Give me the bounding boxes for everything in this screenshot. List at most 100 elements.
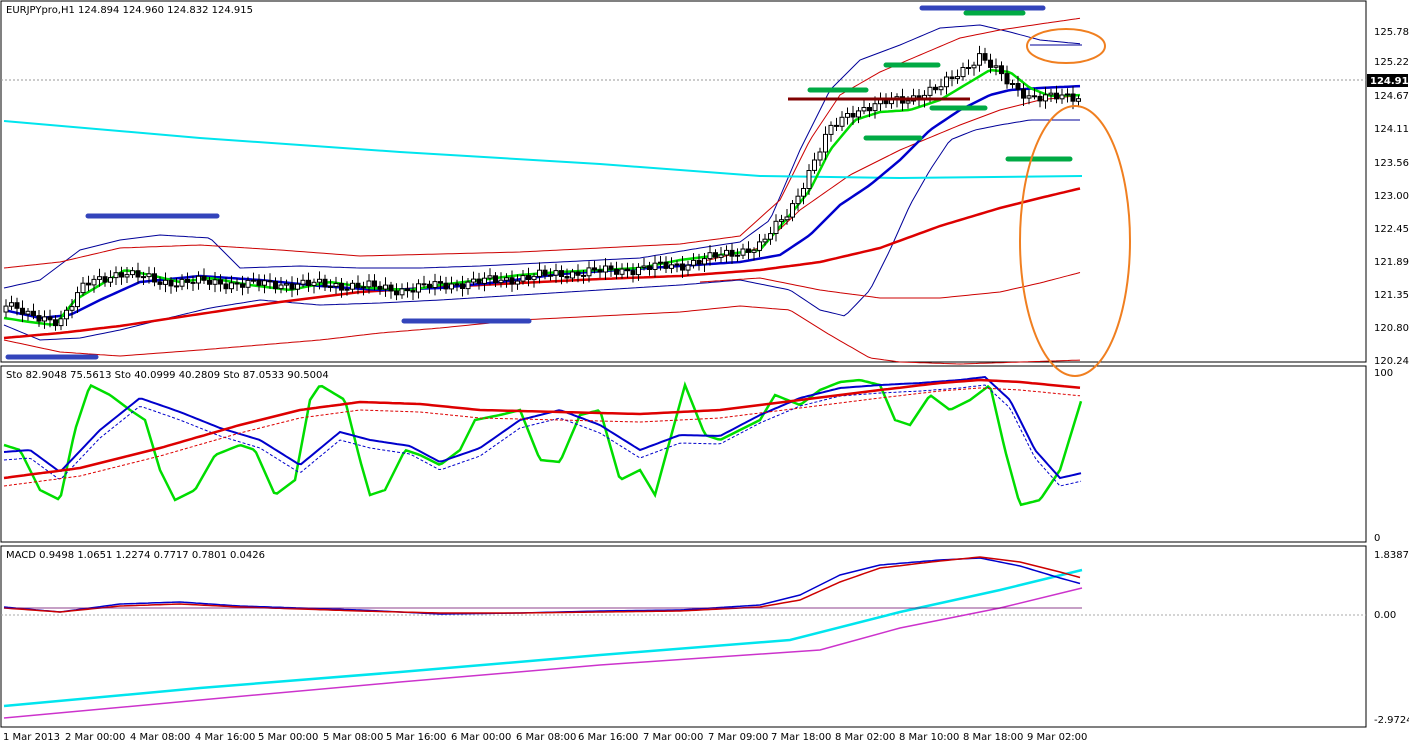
candle-body bbox=[856, 110, 861, 118]
candle-body bbox=[971, 64, 977, 69]
candle-body bbox=[1054, 92, 1059, 100]
candle-body bbox=[449, 283, 454, 290]
candle-body bbox=[3, 305, 9, 313]
candle-body bbox=[135, 270, 141, 278]
candle-body bbox=[817, 151, 823, 161]
candle-body bbox=[696, 259, 702, 265]
candle-body bbox=[647, 265, 652, 270]
candle-body bbox=[322, 278, 328, 288]
candle-body bbox=[196, 275, 201, 284]
candle-body bbox=[812, 159, 817, 171]
main-y-tick: 122.450 bbox=[1374, 224, 1409, 235]
candle-body bbox=[718, 254, 724, 258]
candle-body bbox=[355, 282, 361, 288]
candle-body bbox=[141, 276, 146, 279]
main-y-tick: 124.115 bbox=[1374, 124, 1409, 135]
candle-body bbox=[823, 133, 828, 153]
candle-body bbox=[86, 282, 91, 286]
x-tick: 2 Mar 00:00 bbox=[65, 732, 125, 743]
candle-body bbox=[108, 277, 113, 283]
candle-body bbox=[465, 281, 471, 290]
candle-body bbox=[729, 249, 735, 257]
main-y-tick: 120.800 bbox=[1374, 323, 1409, 334]
candle-body bbox=[636, 266, 641, 276]
candle-body bbox=[845, 113, 850, 118]
candle-body bbox=[262, 280, 267, 286]
x-tick: 7 Mar 00:00 bbox=[643, 732, 703, 743]
candle-body bbox=[119, 272, 124, 278]
candle-body bbox=[14, 302, 20, 309]
candle-body bbox=[146, 273, 152, 278]
candle-body bbox=[960, 67, 966, 78]
candle-body bbox=[520, 275, 526, 282]
candle-body bbox=[927, 86, 933, 96]
candle-body bbox=[185, 278, 190, 283]
candle-body bbox=[361, 286, 366, 289]
candle-body bbox=[1004, 73, 1010, 85]
candle-body bbox=[619, 268, 625, 275]
x-tick: 8 Mar 18:00 bbox=[963, 732, 1023, 743]
candle-body bbox=[850, 113, 856, 118]
x-tick: 7 Mar 09:00 bbox=[708, 732, 768, 743]
candle-body bbox=[432, 281, 438, 289]
candle-body bbox=[1043, 94, 1048, 102]
candle-body bbox=[75, 292, 80, 308]
candle-body bbox=[1037, 95, 1043, 102]
candle-body bbox=[570, 271, 575, 279]
candle-body bbox=[240, 283, 245, 288]
candle-body bbox=[839, 116, 845, 127]
candle-body bbox=[9, 302, 14, 307]
candle-body bbox=[97, 276, 102, 280]
candle-body bbox=[592, 267, 597, 271]
macd-y-tick: -2.9724 bbox=[1374, 715, 1409, 726]
candle-body bbox=[333, 283, 339, 287]
main-y-tick: 121.895 bbox=[1374, 257, 1409, 268]
candle-body bbox=[977, 53, 982, 66]
main-y-tick: 123.005 bbox=[1374, 191, 1409, 202]
candle-body bbox=[493, 275, 498, 283]
candle-body bbox=[597, 269, 603, 273]
stochastic-header: Sto 82.9048 75.5613 Sto 40.0999 40.2809 … bbox=[6, 370, 329, 381]
candle-body bbox=[42, 316, 47, 322]
candle-body bbox=[416, 283, 421, 293]
candle-body bbox=[740, 248, 746, 256]
candle-body bbox=[652, 262, 658, 271]
stochastic-y-tick: 100 bbox=[1374, 368, 1393, 379]
candle-body bbox=[988, 59, 993, 68]
candle-body bbox=[20, 307, 25, 315]
macd-header: MACD 0.9498 1.0651 1.2274 0.7717 0.7801 … bbox=[6, 550, 265, 561]
candle-body bbox=[685, 264, 691, 271]
candle-body bbox=[64, 309, 69, 320]
candle-body bbox=[768, 233, 773, 240]
candle-body bbox=[542, 269, 548, 276]
candle-body bbox=[509, 277, 515, 285]
candle-body bbox=[383, 284, 388, 290]
candle-body bbox=[955, 76, 960, 80]
candle-body bbox=[427, 283, 432, 289]
candle-body bbox=[663, 261, 669, 269]
candle-body bbox=[344, 288, 350, 291]
candle-body bbox=[504, 277, 509, 281]
candle-body bbox=[1032, 95, 1037, 98]
candle-body bbox=[471, 278, 476, 283]
candle-body bbox=[311, 281, 317, 286]
candle-body bbox=[575, 271, 581, 276]
candle-body bbox=[933, 86, 938, 91]
candle-body bbox=[190, 281, 196, 284]
candle-body bbox=[779, 219, 784, 222]
candle-body bbox=[757, 241, 762, 251]
candle-body bbox=[1048, 92, 1054, 96]
candle-body bbox=[834, 124, 839, 127]
candle-body bbox=[251, 279, 256, 282]
candle-body bbox=[421, 283, 427, 286]
candle-body bbox=[625, 268, 630, 272]
candle-body bbox=[273, 281, 278, 290]
candle-body bbox=[861, 107, 867, 112]
stochastic-y-tick: 0 bbox=[1374, 533, 1380, 544]
candle-body bbox=[614, 268, 619, 275]
candle-body bbox=[179, 278, 185, 287]
candle-body bbox=[130, 270, 135, 276]
candle-body bbox=[267, 280, 273, 283]
candle-body bbox=[328, 285, 333, 288]
candle-body bbox=[724, 249, 729, 256]
